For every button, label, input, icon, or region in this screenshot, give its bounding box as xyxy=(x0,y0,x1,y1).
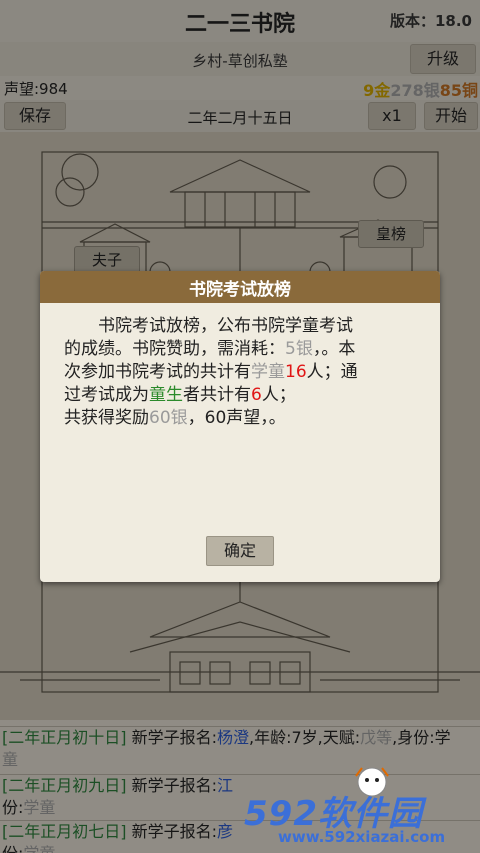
message-line: 过考试成为 xyxy=(64,385,149,405)
student-rank-label: 学童 xyxy=(251,362,285,382)
exam-results-dialog: 书院考试放榜 书院考试放榜，公布书院学童考试 的成绩。书院赞助，需消耗：5银，。… xyxy=(40,271,440,582)
message-line: ，。本 xyxy=(312,339,356,359)
dialog-title: 书院考试放榜 xyxy=(189,280,291,300)
dialog-message: 书院考试放榜，公布书院学童考试 的成绩。书院赞助，需消耗：5银，。本 次参加书院… xyxy=(64,315,420,430)
message-line: 人； xyxy=(261,385,296,405)
dialog-header: 书院考试放榜 xyxy=(40,271,440,303)
passed-rank-label: 童生 xyxy=(149,385,183,405)
message-line: 人；通 xyxy=(306,362,358,382)
cost-value: 5银 xyxy=(285,339,313,359)
message-line: 者共计有 xyxy=(183,385,251,405)
message-line: 书院考试放榜，公布书院学童考试 xyxy=(98,316,353,336)
confirm-button[interactable]: 确定 xyxy=(206,536,274,566)
message-line: ，60声望，。 xyxy=(187,408,286,428)
watermark-url: www.592xiazai.com xyxy=(278,828,446,846)
participant-count: 16 xyxy=(285,362,307,382)
passed-count: 6 xyxy=(251,385,262,405)
message-line: 的成绩。书院赞助，需消耗： xyxy=(64,339,285,359)
message-line: 共获得奖励 xyxy=(64,408,149,428)
message-line: 次参加书院考试的共计有 xyxy=(64,362,251,382)
reward-silver: 60银 xyxy=(149,408,188,428)
